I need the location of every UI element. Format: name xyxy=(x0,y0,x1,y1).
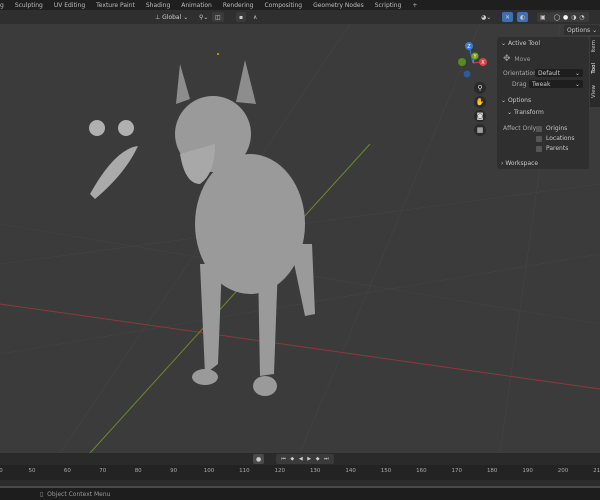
status-hint: ▯ Object Context Menu xyxy=(40,491,111,498)
material-shading-icon[interactable]: ◑ xyxy=(571,14,576,21)
svg-text:Z: Z xyxy=(467,44,471,50)
origins-checkbox[interactable]: Origins xyxy=(536,125,567,132)
frame-tick: 0 xyxy=(0,468,3,474)
3d-cursor xyxy=(217,53,219,55)
svg-text:X: X xyxy=(481,60,485,66)
frame-tick: 170 xyxy=(451,468,463,474)
timeline-header: ● ⏮ ◆ ◀ ▶ ◆ ⏭ xyxy=(0,453,600,465)
frame-tick: 120 xyxy=(274,468,286,474)
overlay-toggle[interactable]: ◐ xyxy=(517,12,529,22)
solid-shading-icon[interactable]: ● xyxy=(563,14,568,21)
wireframe-shading-icon[interactable]: ◯ xyxy=(553,14,560,21)
shading-modes[interactable]: ◯ ● ◑ ◔ xyxy=(549,12,589,22)
frame-tick: 140 xyxy=(345,468,356,474)
jump-start-icon[interactable]: ⏮ xyxy=(281,456,286,462)
orientation-select[interactable]: Default ⌄ xyxy=(535,69,583,77)
workspace-tab[interactable]: UV Editing xyxy=(54,2,85,9)
workspace-tab[interactable]: Texture Paint xyxy=(96,2,135,9)
workspace-tab[interactable]: Rendering xyxy=(223,2,254,9)
tongue-mesh[interactable] xyxy=(90,146,138,199)
playback-controls[interactable]: ⏮ ◆ ◀ ▶ ◆ ⏭ xyxy=(276,454,334,464)
tab-tool[interactable]: Tool xyxy=(591,63,597,74)
workspace-tabs: g Sculpting UV Editing Texture Paint Shading… xyxy=(0,0,600,10)
x-axis-line xyxy=(0,303,600,390)
workspace-tab[interactable]: Animation xyxy=(181,2,212,9)
tab-item[interactable]: Item xyxy=(591,40,597,53)
move-icon: ✥ xyxy=(503,54,511,64)
xray-toggle[interactable]: ▣ xyxy=(537,12,549,22)
affect-only-label: Affect Only xyxy=(503,125,537,132)
frame-tick: 80 xyxy=(134,468,142,474)
frame-tick: 110 xyxy=(239,468,250,474)
eye-spheres[interactable] xyxy=(89,120,134,136)
keyframe-record-button[interactable]: ● xyxy=(253,454,265,464)
frame-tick: 100 xyxy=(203,468,215,474)
play-reverse-icon[interactable]: ◀ xyxy=(299,456,303,462)
frame-tick: 60 xyxy=(63,468,71,474)
workspace-tab[interactable]: Scripting xyxy=(375,2,402,9)
frame-tick: 210 xyxy=(593,468,600,474)
tab-view[interactable]: View xyxy=(591,85,597,98)
frame-tick: 180 xyxy=(486,468,498,474)
parents-checkbox[interactable]: Parents xyxy=(536,145,568,152)
next-key-icon[interactable]: ◆ xyxy=(316,456,320,462)
jump-end-icon[interactable]: ⏭ xyxy=(324,456,329,462)
workspace-tab[interactable]: Sculpting xyxy=(15,2,43,9)
pivot-dropdown[interactable]: ⚲⌄ xyxy=(196,12,211,22)
gizmo-toggle[interactable]: ✕ xyxy=(502,12,514,22)
orientation-dropdown[interactable]: ⊥ Global ⌄ xyxy=(152,12,191,22)
orientation-label: Orientation xyxy=(503,70,537,77)
workspace-tab[interactable]: g xyxy=(0,2,4,9)
workspace-header[interactable]: › Workspace xyxy=(501,160,538,167)
camera-icon[interactable]: ◙ xyxy=(474,110,486,122)
locations-checkbox[interactable]: Locations xyxy=(536,135,575,142)
workspace-tab[interactable]: Shading xyxy=(146,2,170,9)
drag-label: Drag xyxy=(512,81,527,88)
options-header[interactable]: ⌄ Options xyxy=(501,97,531,104)
proportional-toggle[interactable]: ▪ xyxy=(236,12,247,22)
zoom-icon[interactable]: ⚲ xyxy=(474,82,486,94)
status-bar: ▯ Object Context Menu xyxy=(0,488,600,500)
options-button[interactable]: Options ⌄ xyxy=(564,25,600,35)
active-tool-header[interactable]: ⌄ Active Tool xyxy=(501,40,540,47)
sidebar-tabs: Item Tool View xyxy=(590,37,600,107)
mouse-icon: ▯ xyxy=(40,491,44,498)
prev-key-icon[interactable]: ◆ xyxy=(290,456,294,462)
viewport-header: ⊥ Global ⌄ ⚲⌄ ◫ ▪ ∧ ◕⌄ ✕ ◐ ▣ ◯ ● ◑ ◔ xyxy=(0,10,600,24)
play-icon[interactable]: ▶ xyxy=(307,456,311,462)
workspace-tab[interactable]: + xyxy=(412,2,417,9)
rendered-shading-icon[interactable]: ◔ xyxy=(579,14,584,21)
timeline-track[interactable] xyxy=(0,480,600,488)
orientation-icon: ⊥ xyxy=(155,13,163,21)
snap-toggle[interactable]: ◫ xyxy=(212,12,224,22)
transform-header[interactable]: ⌄ Transform xyxy=(507,109,544,116)
workspace-tab[interactable]: Compositing xyxy=(264,2,302,9)
frame-tick: 70 xyxy=(99,468,107,474)
workspace-tab[interactable]: Geometry Nodes xyxy=(313,2,364,9)
move-tool[interactable]: ✥ Move xyxy=(503,54,530,64)
frame-tick: 150 xyxy=(380,468,392,474)
frame-tick: 160 xyxy=(416,468,427,474)
frame-tick: 50 xyxy=(28,468,36,474)
drag-select[interactable]: Tweak ⌄ xyxy=(529,80,583,88)
perspective-grid-icon[interactable]: ▦ xyxy=(474,124,486,136)
frame-tick: 130 xyxy=(309,468,321,474)
visibility-dropdown[interactable]: ◕⌄ xyxy=(478,12,494,22)
frame-tick: 200 xyxy=(557,468,569,474)
sidebar-panel: ⌄ Active Tool ✥ Move Orientation Default… xyxy=(497,37,589,169)
frame-tick: 90 xyxy=(170,468,178,474)
hand-pan-icon[interactable]: ✋ xyxy=(474,96,486,108)
timeline-ruler[interactable]: 0 50 60 70 80 90 100 110 120 130 140 150 160 170 180 19… xyxy=(0,465,600,480)
falloff-icon[interactable]: ∧ xyxy=(250,12,260,22)
frame-tick: 190 xyxy=(522,468,533,474)
